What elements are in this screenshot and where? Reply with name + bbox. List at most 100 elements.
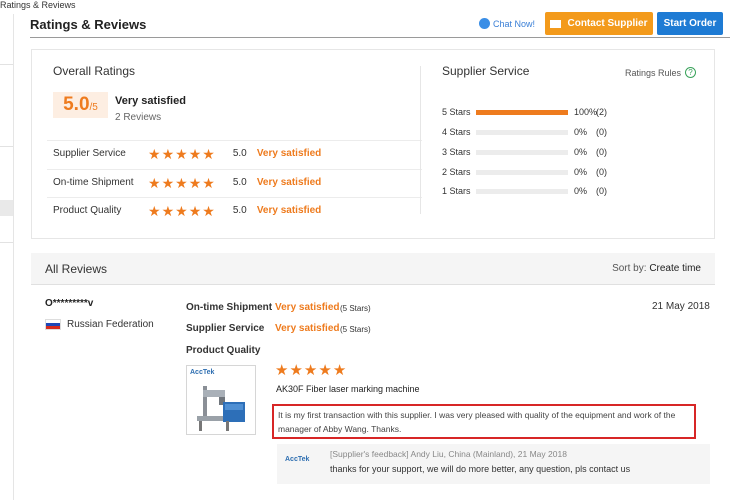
review-quality-stars: ★ ★ ★ ★ ★ bbox=[275, 362, 347, 379]
star-icon: ★ bbox=[332, 362, 347, 379]
star-icon: ★ bbox=[303, 362, 318, 379]
category-label: On-time Shipment bbox=[53, 177, 134, 188]
distribution-bar bbox=[476, 129, 568, 135]
star-icon: ★ bbox=[148, 145, 161, 162]
contact-supplier-button[interactable]: Contact Supplier bbox=[545, 12, 653, 35]
star-icon: ★ bbox=[202, 174, 215, 191]
star-icon: ★ bbox=[202, 145, 215, 162]
contact-supplier-label: Contact Supplier bbox=[567, 18, 648, 29]
panel-divider bbox=[420, 66, 421, 214]
star-icon: ★ bbox=[289, 362, 303, 379]
all-reviews-header: All Reviews Sort by: Create time bbox=[31, 253, 715, 285]
star-icon: ★ bbox=[161, 145, 175, 162]
country-name: Russian Federation bbox=[67, 319, 154, 330]
category-score: 5.0 bbox=[232, 177, 247, 188]
review-date: 21 May 2018 bbox=[652, 301, 710, 312]
distribution-count: (0) bbox=[596, 127, 607, 137]
laser-machine-image bbox=[197, 386, 245, 431]
distribution-count: (2) bbox=[596, 107, 607, 117]
distribution-bar bbox=[476, 188, 568, 194]
category-row-supplier-service: Supplier Service ★ ★ ★ ★ ★ 5.0 Very satisfie… bbox=[47, 140, 422, 166]
distribution-bar bbox=[476, 109, 568, 115]
sort-label: Sort by: bbox=[612, 263, 647, 274]
star-rating: ★ ★ ★ ★ ★ bbox=[148, 147, 215, 161]
category-score: 5.0 bbox=[232, 148, 247, 159]
star-icon: ★ bbox=[188, 202, 202, 219]
overall-ratings-title: Overall Ratings bbox=[53, 64, 136, 78]
distribution-label: 1 Stars bbox=[442, 186, 471, 196]
review-shipment-stars: (5 Stars) bbox=[340, 304, 371, 313]
chat-now-label: Chat Now! bbox=[493, 18, 536, 29]
review-comment: It is my first transaction with this sup… bbox=[272, 404, 696, 439]
overall-score-max: /5 bbox=[89, 102, 98, 113]
category-verdict: Very satisfied bbox=[256, 177, 322, 188]
distribution-percent: 0% bbox=[574, 127, 588, 137]
reviews-count: 2 Reviews bbox=[115, 112, 162, 123]
star-icon: ★ bbox=[148, 174, 161, 191]
star-icon: ★ bbox=[175, 145, 188, 162]
section-title: Ratings & Reviews bbox=[30, 17, 147, 32]
category-verdict: Very satisfied bbox=[256, 205, 322, 216]
supplier-logo: AccTek bbox=[285, 456, 310, 463]
envelope-icon bbox=[550, 19, 562, 28]
review-service-stars: (5 Stars) bbox=[340, 325, 371, 334]
feedback-body: thanks for your support, we will do more… bbox=[330, 464, 631, 474]
star-icon: ★ bbox=[188, 145, 202, 162]
category-row-on-time-shipment: On-time Shipment ★ ★ ★ ★ ★ 5.0 Very satisfie… bbox=[47, 169, 422, 195]
star-icon: ★ bbox=[175, 202, 188, 219]
star-icon: ★ bbox=[148, 202, 161, 219]
distribution-bar bbox=[476, 149, 568, 155]
reviewer-name: O*********v bbox=[45, 298, 94, 309]
distribution-percent: 100% bbox=[574, 107, 598, 117]
ratings-summary-panel: Overall Ratings 5.0 /5 Very satisfied 2 … bbox=[31, 49, 715, 239]
star-icon: ★ bbox=[318, 362, 332, 379]
category-row-product-quality: Product Quality ★ ★ ★ ★ ★ 5.0 Very satisfied bbox=[47, 197, 422, 223]
star-rating: ★ ★ ★ ★ ★ bbox=[148, 176, 215, 190]
category-label: Supplier Service bbox=[53, 148, 126, 159]
overall-verdict: Very satisfied bbox=[115, 95, 186, 107]
distribution-bar-fill bbox=[476, 109, 568, 115]
help-icon: ? bbox=[685, 67, 697, 78]
header-divider bbox=[30, 37, 730, 38]
distribution-percent: 0% bbox=[574, 167, 588, 177]
overall-score: 5.0 bbox=[63, 94, 90, 115]
distribution-row-3: 3 Stars 0% (0) bbox=[442, 146, 622, 158]
star-icon: ★ bbox=[188, 174, 202, 191]
sort-control[interactable]: Sort by: Create time bbox=[612, 263, 701, 274]
review-service-label: Supplier Service bbox=[186, 323, 265, 334]
product-thumbnail[interactable]: AccTek bbox=[186, 365, 256, 435]
category-score: 5.0 bbox=[232, 205, 247, 216]
ratings-rules-link[interactable]: Ratings Rules ? bbox=[625, 67, 697, 78]
distribution-count: (0) bbox=[596, 186, 607, 196]
distribution-row-4: 4 Stars 0% (0) bbox=[442, 126, 622, 138]
sort-value: Create time bbox=[649, 263, 701, 274]
overall-score-badge: 5.0 /5 bbox=[53, 92, 108, 118]
supplier-service-title: Supplier Service bbox=[442, 64, 530, 78]
ratings-rules-label: Ratings Rules bbox=[625, 67, 682, 78]
distribution-label: 3 Stars bbox=[442, 147, 471, 157]
distribution-count: (0) bbox=[596, 167, 607, 177]
distribution-count: (0) bbox=[596, 147, 607, 157]
category-verdict: Very satisfied bbox=[256, 148, 322, 159]
product-name-link[interactable]: AK30F Fiber laser marking machine bbox=[276, 384, 420, 394]
star-icon: ★ bbox=[202, 202, 215, 219]
chat-bubble-icon bbox=[479, 18, 490, 29]
review-service-value: Very satisfied bbox=[275, 323, 340, 334]
distribution-percent: 0% bbox=[574, 186, 588, 196]
category-label: Product Quality bbox=[53, 205, 122, 216]
brand-logo: AccTek bbox=[190, 369, 215, 376]
distribution-row-2: 2 Stars 0% (0) bbox=[442, 166, 622, 178]
distribution-row-5: 5 Stars 100% (2) bbox=[442, 106, 622, 118]
distribution-bar bbox=[476, 169, 568, 175]
russia-flag-icon bbox=[45, 319, 61, 330]
star-icon: ★ bbox=[275, 362, 289, 379]
all-reviews-title: All Reviews bbox=[45, 262, 108, 276]
star-icon: ★ bbox=[161, 202, 175, 219]
chat-now-link[interactable]: Chat Now! bbox=[479, 18, 535, 29]
star-icon: ★ bbox=[175, 174, 188, 191]
start-order-button[interactable]: Start Order bbox=[657, 12, 723, 35]
distribution-percent: 0% bbox=[574, 147, 588, 157]
review-shipment-value: Very satisfied bbox=[275, 302, 340, 313]
star-icon: ★ bbox=[161, 174, 175, 191]
supplier-feedback: AccTek [Supplier's feedback] Andy Liu, C… bbox=[277, 444, 710, 484]
